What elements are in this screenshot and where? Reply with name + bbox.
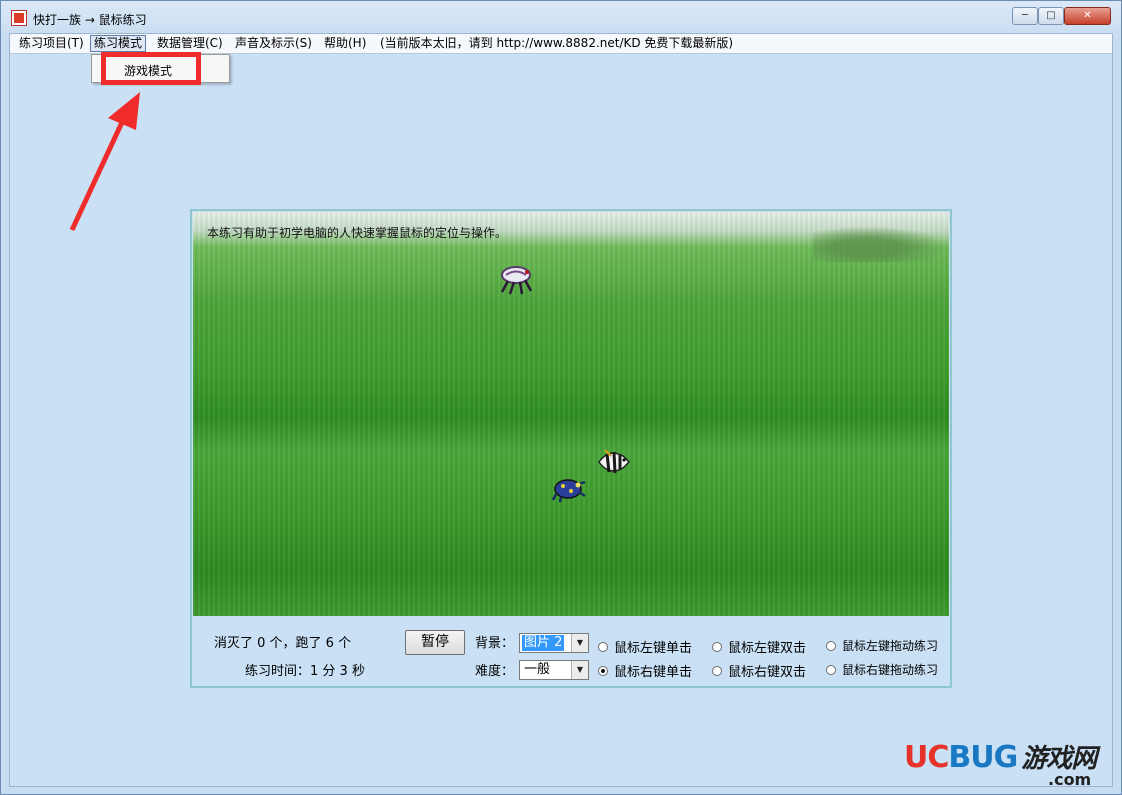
radio-label: 鼠标右键双击 [728,665,807,680]
client-area: 练习项目(T) 练习模式 数据管理(C) 声音及标示(S) 帮助(H) (当前版… [9,33,1113,787]
menu-data-management[interactable]: 数据管理(C) [154,36,226,51]
radio-right-double-click[interactable]: 鼠标右键双击 [712,661,806,680]
chevron-down-icon[interactable]: ▼ [571,661,588,679]
background-select-value: 图片 2 [522,635,565,651]
radio-left-double-click[interactable]: 鼠标左键双击 [712,637,806,656]
radio-left-click[interactable]: 鼠标左键单击 [598,637,692,656]
radio-label: 鼠标右键单击 [614,665,693,680]
radio-label: 鼠标左键拖动练习 [842,639,939,653]
radio-left-drag[interactable]: 鼠标左键拖动练习 [826,637,938,654]
annotation-arrow-icon [69,92,140,232]
window-title: 快打一族 → 鼠标练习 [33,13,147,27]
practice-panel: 本练习有助于初学电脑的人快速掌握鼠标的定位与操作。 消灭了 0 个，跑了 6 个… [190,209,952,688]
hint-text: 本练习有助于初学电脑的人快速掌握鼠标的定位与操作。 [207,226,508,240]
maximize-button[interactable]: □ [1038,7,1064,25]
menu-practice-items[interactable]: 练习项目(T) [16,36,87,51]
menu-sound-marks[interactable]: 声音及标示(S) [232,36,315,51]
title-bar[interactable]: 快打一族 → 鼠标练习 ─ □ ✕ [1,1,1121,33]
menu-help[interactable]: 帮助(H) [321,36,369,51]
background-label: 背景： [475,636,515,651]
radio-right-click[interactable]: 鼠标右键单击 [598,661,692,680]
fish-sprite[interactable] [595,446,631,478]
menu-practice-mode[interactable]: 练习模式 [90,35,147,52]
radio-label: 鼠标左键双击 [728,641,807,656]
watermark-uc: UC [904,740,949,775]
radio-indicator[interactable] [598,641,608,652]
radio-label: 鼠标右键拖动练习 [842,663,939,677]
difficulty-select-value: 一般 [524,662,551,677]
radio-indicator[interactable] [826,664,836,675]
app-icon [11,10,27,26]
pause-button[interactable]: 暂停 [405,630,465,655]
highlight-box [101,52,201,85]
game-scene[interactable]: 本练习有助于初学电脑的人快速掌握鼠标的定位与操作。 [193,212,949,616]
score-text: 消灭了 0 个，跑了 6 个 [214,636,352,651]
watermark-com: .com [1048,770,1092,789]
difficulty-select[interactable]: 一般 ▼ [519,660,589,680]
distant-trees [813,226,949,262]
difficulty-label: 难度： [475,664,515,679]
radio-indicator-selected[interactable] [598,665,608,676]
radio-indicator[interactable] [712,665,722,676]
background-select[interactable]: 图片 2 ▼ [519,633,589,653]
crab-sprite[interactable] [496,264,536,300]
watermark-bug: BUG [948,740,1018,775]
chevron-down-icon[interactable]: ▼ [571,634,588,652]
minimize-button[interactable]: ─ [1012,7,1038,25]
radio-indicator[interactable] [826,640,836,651]
radio-right-drag[interactable]: 鼠标右键拖动练习 [826,661,938,678]
radio-indicator[interactable] [712,641,722,652]
practice-time-text: 练习时间：1 分 3 秒 [245,664,365,679]
control-bar: 消灭了 0 个，跑了 6 个 练习时间：1 分 3 秒 暂停 背景： 图片 2 … [193,616,949,686]
close-button[interactable]: ✕ [1064,7,1111,25]
menu-bar: 练习项目(T) 练习模式 数据管理(C) 声音及标示(S) 帮助(H) (当前版… [10,34,1112,54]
app-window: 快打一族 → 鼠标练习 ─ □ ✕ 练习项目(T) 练习模式 数据管理(C) 声… [0,0,1122,795]
menu-update-notice[interactable]: (当前版本太旧，请到 http://www.8882.net/KD 免费下载最新… [377,36,736,51]
grass-texture [193,212,949,616]
frog-sprite[interactable] [551,474,587,504]
radio-label: 鼠标左键单击 [614,641,693,656]
